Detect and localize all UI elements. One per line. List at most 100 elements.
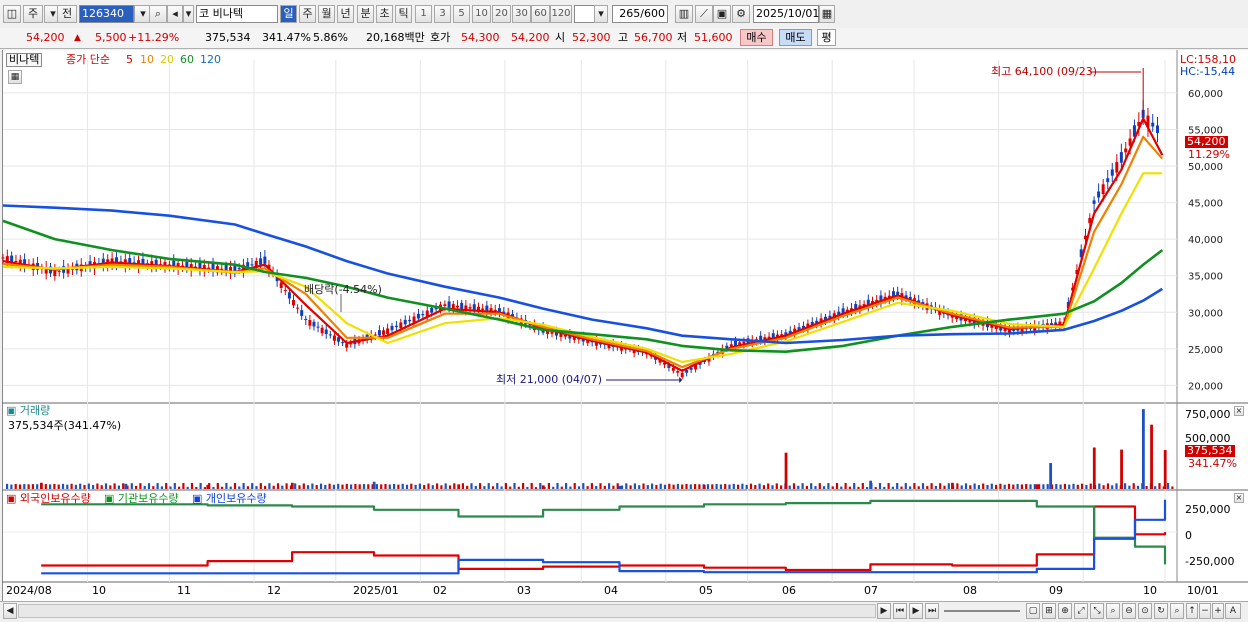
candle-body (430, 307, 434, 313)
holding-panel-close-icon[interactable]: × (1234, 493, 1244, 503)
magnify-icon[interactable]: ⌕ (1106, 603, 1120, 619)
volume-bar (397, 484, 400, 489)
volume-bar (414, 484, 417, 489)
candle-body (337, 337, 341, 342)
play-icon[interactable]: ▶ (909, 603, 923, 619)
zoom-slider[interactable] (944, 610, 1020, 612)
volume-bar (160, 486, 163, 489)
candle-body (377, 330, 381, 336)
candle-body (57, 271, 61, 273)
volume-bar (470, 483, 473, 489)
price-tick-label: 60,000 (1188, 89, 1223, 100)
volume-bar (603, 485, 606, 489)
volume-bar (848, 486, 851, 489)
scroll-left-icon[interactable]: ◀ (3, 603, 17, 619)
volume-bar (178, 486, 181, 489)
institution-holding-line (41, 499, 1167, 565)
reset-zoom-icon[interactable]: ⊙ (1138, 603, 1152, 619)
candle-body (390, 325, 394, 331)
candle-body (416, 313, 420, 319)
fit-icon[interactable]: ▢ (1026, 603, 1040, 619)
volume-bar (663, 484, 667, 489)
volume-bar (694, 484, 697, 489)
volume-bar (23, 484, 26, 489)
volume-bar (375, 484, 378, 489)
candle-body (292, 300, 295, 306)
volume-bar (541, 485, 545, 489)
volume-bar (444, 483, 447, 489)
plus-icon[interactable]: + (1212, 603, 1224, 619)
volume-bar (117, 485, 120, 489)
volume-bar (758, 483, 761, 489)
rewind-icon[interactable]: ⏮ (893, 603, 907, 619)
volume-last-tag: 375,534 (1185, 444, 1235, 457)
volume-bar (1033, 484, 1036, 489)
refresh-icon[interactable]: ↻ (1154, 603, 1168, 619)
volume-bar (651, 483, 654, 489)
table-icon[interactable]: ▦ (8, 70, 22, 84)
volume-bar (1132, 483, 1135, 489)
candle-body (550, 331, 554, 334)
expand-icon[interactable]: ⤢ (1074, 603, 1088, 619)
legend-ma20: 20 (160, 53, 174, 66)
legend-ma5: 5 (126, 53, 133, 66)
volume-bar (827, 483, 830, 489)
volume-bar (939, 483, 942, 489)
volume-bar (1145, 485, 1148, 489)
volume-bar (1020, 484, 1023, 489)
volume-bar (775, 483, 778, 489)
stock-chart-svg: 60,00055,00050,00045,00040,00035,00030,0… (1, 50, 1248, 583)
price-tick-label: 40,000 (1188, 235, 1223, 246)
volume-panel-close-icon[interactable]: × (1234, 406, 1244, 416)
volume-bar (1042, 484, 1045, 489)
font-size-icon[interactable]: A (1225, 603, 1241, 619)
search-mini-icon[interactable]: ⌕ (1170, 603, 1184, 619)
legend-stock-name[interactable]: 비나텍 (6, 53, 43, 67)
scroll-up-icon[interactable]: ↑ (1186, 603, 1198, 619)
foreign-holding-line (41, 505, 1167, 572)
volume-bar (797, 485, 800, 489)
volume-bar (350, 484, 353, 489)
minus-icon[interactable]: − (1199, 603, 1211, 619)
volume-bar (1102, 485, 1105, 489)
volume-bar (754, 484, 757, 489)
volume-bar (199, 482, 202, 489)
zoom-in-icon[interactable]: ⊕ (1058, 603, 1072, 619)
fast-forward-icon[interactable]: ⏭ (925, 603, 939, 619)
volume-bar (405, 484, 409, 489)
volume-bar (620, 485, 624, 489)
volume-bar (195, 486, 198, 489)
volume-bar (883, 486, 886, 489)
volume-bar (668, 483, 671, 489)
candle-body (671, 367, 675, 371)
horizontal-scrollbar[interactable] (18, 604, 876, 618)
volume-bar (711, 484, 714, 489)
volume-bar (504, 483, 507, 489)
volume-bar (311, 483, 314, 489)
scroll-right-icon[interactable]: ▶ (877, 603, 891, 619)
individual-holding-text: 개인보유수량 (205, 492, 267, 505)
volume-bar (1150, 424, 1153, 489)
volume-bar (556, 483, 559, 489)
volume-bar (676, 483, 679, 489)
candle-body (287, 292, 291, 299)
volume-bar (233, 483, 237, 489)
crosshair-icon[interactable]: ⊞ (1042, 603, 1056, 619)
volume-summary: 375,534주(341.47%) (8, 419, 122, 432)
volume-bar (582, 483, 585, 489)
volume-bar (100, 485, 103, 489)
volume-bar (156, 483, 159, 489)
volume-bar (844, 483, 847, 489)
x-label: 04 (604, 584, 618, 597)
volume-bar (276, 483, 280, 489)
volume-bar (517, 486, 520, 489)
x-label: 11 (177, 584, 191, 597)
candle-body (468, 307, 472, 309)
volume-bar (982, 483, 985, 489)
volume-bar (956, 483, 959, 489)
collapse-icon[interactable]: ⤡ (1090, 603, 1104, 619)
volume-bar (372, 481, 376, 489)
x-label: 06 (782, 584, 796, 597)
volume-bar (904, 483, 907, 489)
zoom-out-icon[interactable]: ⊖ (1122, 603, 1136, 619)
